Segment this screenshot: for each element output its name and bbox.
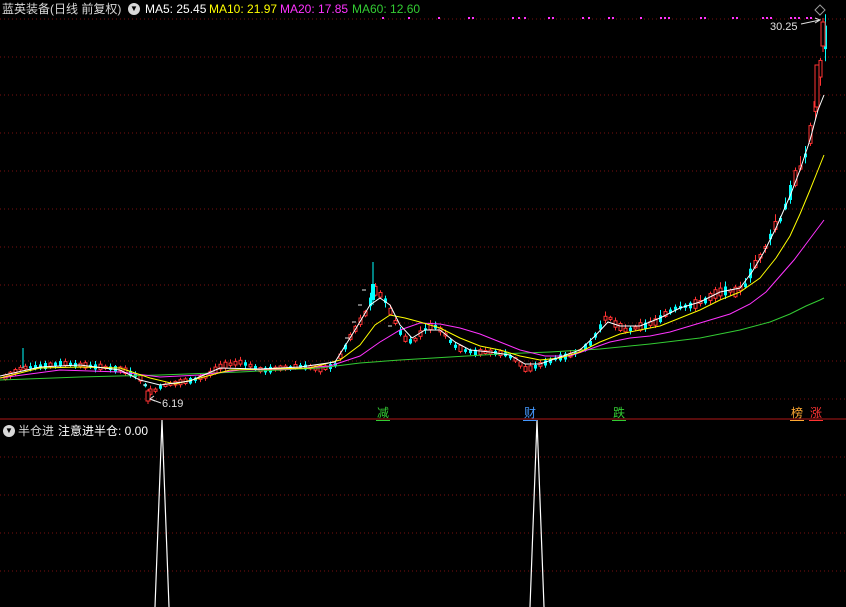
signal-dot [640,17,642,19]
candle-down [54,362,57,366]
signal-dot [798,17,800,19]
signal-dot [732,17,734,19]
candle-up [623,327,628,333]
signal-dot [700,17,702,19]
indicator-value: 注意进半仓: 0.00 [58,424,149,438]
candle-up [388,307,393,315]
ma10-legend: MA10: 21.97 [209,2,278,16]
candle-up [403,335,408,342]
candle-up [523,366,528,372]
candle-up [378,292,383,298]
candle-up [608,316,613,320]
candle-up [618,323,623,331]
candle-down [454,344,457,348]
signal-tag-jian[interactable]: 减 [376,406,391,421]
signal-dot [736,17,738,19]
candle-down [744,283,747,288]
low-price-label: 6.19 [162,398,183,410]
signal-dot [704,17,706,19]
signal-tag-die[interactable]: 跌 [612,406,627,421]
signal-dot [766,17,768,19]
signal-dot [518,17,520,19]
signal-dot [668,17,670,19]
candle-up [393,320,398,324]
candle-up [23,365,28,370]
candle-up [814,64,820,108]
chevron-down-icon[interactable]: ▼ [128,3,140,15]
candle-up [153,388,158,392]
signal-dot [588,17,590,19]
signal-dot [612,17,614,19]
signal-dot [660,17,662,19]
signal-dot [806,17,808,19]
candle-up [518,361,523,367]
signal-dot [794,17,796,19]
high-price-label: 30.25 [770,21,798,33]
signal-dot [762,17,764,19]
candle-up [18,366,23,371]
candle-up [145,390,151,402]
candle-down [409,339,412,344]
candle-up [223,361,228,369]
candle-up [238,359,243,365]
signal-dot [790,17,792,19]
candle-up [820,21,826,47]
candle-up [528,365,533,372]
ma20-legend: MA20: 17.85 [280,2,349,16]
candle-down [464,349,467,352]
ma60-legend: MA60: 12.60 [352,2,421,16]
candle-down [244,362,247,366]
candle-up [603,315,608,321]
signal-tag-bang[interactable]: 榜 [790,406,805,421]
signal-tag-cai[interactable]: 财 [523,406,538,421]
stock-title: 蓝英装备(日线 前复权) [2,2,122,16]
signal-dot [512,17,514,19]
indicator-chevron-icon[interactable]: ▼ [3,425,15,437]
candle-down [449,339,452,343]
signal-dot [608,17,610,19]
indicator-name: 半仓进 [18,424,55,438]
candle-up [228,362,233,366]
candle-up [458,344,463,353]
signal-dot [438,17,440,19]
candle-down [534,364,537,369]
signal-dot [468,17,470,19]
signal-dot [548,17,550,19]
candle-down [159,385,162,389]
candle-up [478,349,483,355]
signal-dot [810,17,812,19]
candle-down [629,327,632,332]
signal-dot [582,17,584,19]
signal-dot [664,17,666,19]
candle-up [63,361,68,366]
signal-dot [552,17,554,19]
candle-down [371,284,375,300]
candle-up [413,337,418,342]
candle-down [29,366,32,369]
signal-dot [408,17,410,19]
kline-chart-area[interactable]: 30.25 6.19 [0,0,846,607]
candle-up [233,360,238,366]
signal-dot [382,17,384,19]
candle-up [633,326,638,330]
signal-tag-zhang[interactable]: 涨 [809,406,824,421]
signal-dot [524,17,526,19]
candle-up [98,363,103,371]
signal-dot [472,17,474,19]
candle-up [48,362,53,367]
candle-up [248,363,253,368]
ma5-legend: MA5: 25.45 [145,2,207,16]
signal-dot [770,17,772,19]
